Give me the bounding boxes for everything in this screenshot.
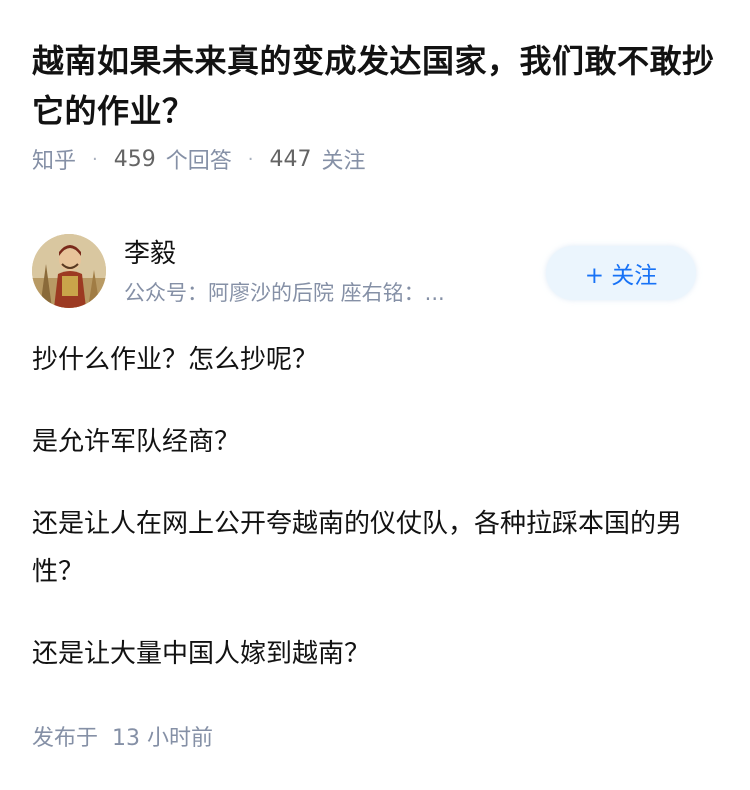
question-meta: 知乎 · 459 个回答 · 447 关注 <box>32 142 366 176</box>
answer-page: 越南如果未来真的变成发达国家，我们敢不敢抄它的作业？ 知乎 · 459 个回答 … <box>0 0 750 790</box>
answer-paragraph: 是允许军队经商？ <box>32 427 241 457</box>
author-bio: 公众号：阿廖沙的后院 座右铭：... <box>124 281 445 305</box>
answer-count-label: 个回答 <box>165 149 232 174</box>
publish-label: 发布于 <box>32 726 99 751</box>
separator-dot: · <box>247 148 254 170</box>
avatar-image <box>32 234 106 308</box>
publish-time: 13 小时前 <box>112 726 214 751</box>
publish-info: 发布于 13 小时前 <box>32 720 213 752</box>
follow-button[interactable]: + 关注 <box>546 246 696 300</box>
question-title[interactable]: 越南如果未来真的变成发达国家，我们敢不敢抄它的作业？ <box>32 36 722 136</box>
follow-count: 447 <box>269 146 312 172</box>
source-label: 知乎 <box>32 149 77 174</box>
follow-count-label: 关注 <box>321 149 366 174</box>
answer-content: 抄什么作业？怎么抄呢？ 是允许军队经商？ 还是让人在网上公开夸越南的仪仗队，各种… <box>32 336 722 712</box>
separator-dot: · <box>92 148 98 170</box>
answer-paragraph: 还是让大量中国人嫁到越南？ <box>32 639 371 669</box>
avatar[interactable] <box>32 234 106 308</box>
answer-paragraph: 还是让人在网上公开夸越南的仪仗队，各种拉踩本国的男性？ <box>32 509 683 587</box>
answer-paragraph: 抄什么作业？怎么抄呢？ <box>32 345 319 375</box>
author-name[interactable]: 李毅 <box>124 236 176 272</box>
author-card: 李毅 公众号：阿廖沙的后院 座右铭：... + 关注 <box>32 234 702 310</box>
answer-count: 459 <box>113 146 156 172</box>
